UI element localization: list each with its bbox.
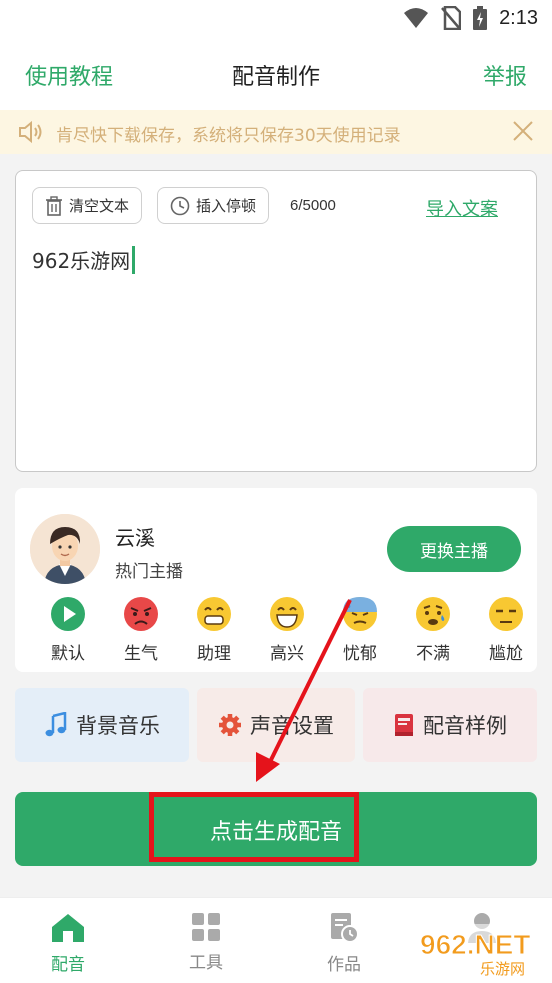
unamused-face-icon (489, 597, 523, 631)
clock-icon (170, 196, 190, 215)
emotion-label: 助理 (197, 644, 231, 664)
header: 使用教程 配音制作 举报 (0, 40, 552, 110)
emotion-melancholy[interactable]: 忧郁 (325, 596, 395, 664)
nav-tools[interactable]: 工具 (166, 912, 246, 973)
gear-icon (219, 714, 241, 736)
char-counter: 6/5000 (290, 197, 336, 214)
emotion-assistant[interactable]: 助理 (179, 596, 249, 664)
sad-sweat-face-icon (343, 597, 377, 631)
text-cursor (132, 245, 136, 274)
clear-text-label: 清空文本 (69, 197, 130, 215)
wifi-icon (404, 8, 429, 28)
emotion-label: 尴尬 (489, 644, 523, 664)
emotion-label: 高兴 (270, 644, 304, 664)
angry-face-icon (124, 597, 158, 631)
background-music-label: 背景音乐 (76, 714, 160, 738)
notice-bar: 肯尽快下载保存，系统将只保存30天使用记录 (0, 110, 552, 154)
nav-works[interactable]: 作品 (304, 912, 384, 975)
dubbing-samples-button[interactable]: 配音样例 (363, 688, 537, 762)
trash-icon (46, 195, 62, 216)
document-clock-icon (331, 913, 359, 943)
nav-label: 工具 (189, 953, 223, 973)
book-icon (395, 714, 413, 736)
svg-text:962.NET: 962.NET (420, 929, 531, 960)
no-sim-icon (441, 6, 462, 30)
status-time: 2:13 (499, 6, 538, 29)
insert-pause-button[interactable]: 插入停顿 (157, 187, 270, 224)
play-icon (51, 597, 85, 631)
close-icon[interactable] (512, 120, 534, 142)
happy-face-icon (270, 597, 304, 631)
nav-label: 作品 (327, 955, 361, 975)
change-anchor-button[interactable]: 更换主播 (387, 526, 521, 572)
emotion-happy[interactable]: 高兴 (252, 596, 322, 664)
status-bar: 2:13 (0, 0, 552, 40)
battery-charging-icon (473, 6, 488, 30)
notice-text: 肯尽快下载保存，系统将只保存30天使用记录 (56, 126, 401, 146)
music-note-icon (45, 712, 67, 737)
dubbing-samples-label: 配音样例 (423, 714, 507, 738)
anchor-name: 云溪 (115, 526, 155, 550)
text-editor-panel: 清空文本 插入停顿 6/5000 导入文案 962乐游网 (15, 170, 537, 472)
anchor-panel: 云溪 热门主播 更换主播 默认 生气 助理 高兴 忧郁 不满 尴尬 (15, 488, 537, 672)
voice-settings-label: 声音设置 (250, 714, 334, 738)
emotion-label: 忧郁 (343, 644, 377, 664)
avatar (30, 514, 100, 584)
text-content: 962乐游网 (32, 249, 131, 273)
emotion-dissatisfied[interactable]: 不满 (398, 596, 468, 664)
worried-face-icon (416, 597, 450, 631)
emotion-label: 默认 (51, 644, 85, 664)
voice-settings-button[interactable]: 声音设置 (197, 688, 355, 762)
grin-face-icon (197, 597, 231, 631)
text-input[interactable]: 962乐游网 (32, 245, 136, 274)
emotion-awkward[interactable]: 尴尬 (471, 596, 537, 664)
generate-dubbing-label: 点击生成配音 (209, 820, 342, 845)
emotion-list: 默认 生气 助理 高兴 忧郁 不满 尴尬 (15, 596, 537, 666)
insert-pause-label: 插入停顿 (196, 197, 257, 215)
background-music-button[interactable]: 背景音乐 (15, 688, 189, 762)
anchor-subtitle: 热门主播 (115, 562, 183, 582)
emotion-default[interactable]: 默认 (33, 596, 103, 664)
home-icon (52, 914, 84, 942)
emotion-angry[interactable]: 生气 (106, 596, 176, 664)
clear-text-button[interactable]: 清空文本 (32, 187, 143, 224)
svg-text:乐游网: 乐游网 (480, 960, 525, 978)
generate-dubbing-button[interactable]: 点击生成配音 (15, 792, 537, 866)
emotion-label: 不满 (416, 644, 450, 664)
nav-dubbing[interactable]: 配音 (28, 912, 108, 975)
report-link[interactable]: 举报 (483, 59, 527, 91)
page-title: 配音制作 (231, 65, 320, 90)
grid-icon (192, 913, 220, 941)
nav-label: 配音 (51, 955, 85, 975)
watermark-logo: 962.NET 乐游网 (414, 924, 546, 978)
emotion-label: 生气 (124, 644, 158, 664)
import-text-link[interactable]: 导入文案 (426, 195, 498, 221)
speaker-icon (19, 120, 42, 144)
